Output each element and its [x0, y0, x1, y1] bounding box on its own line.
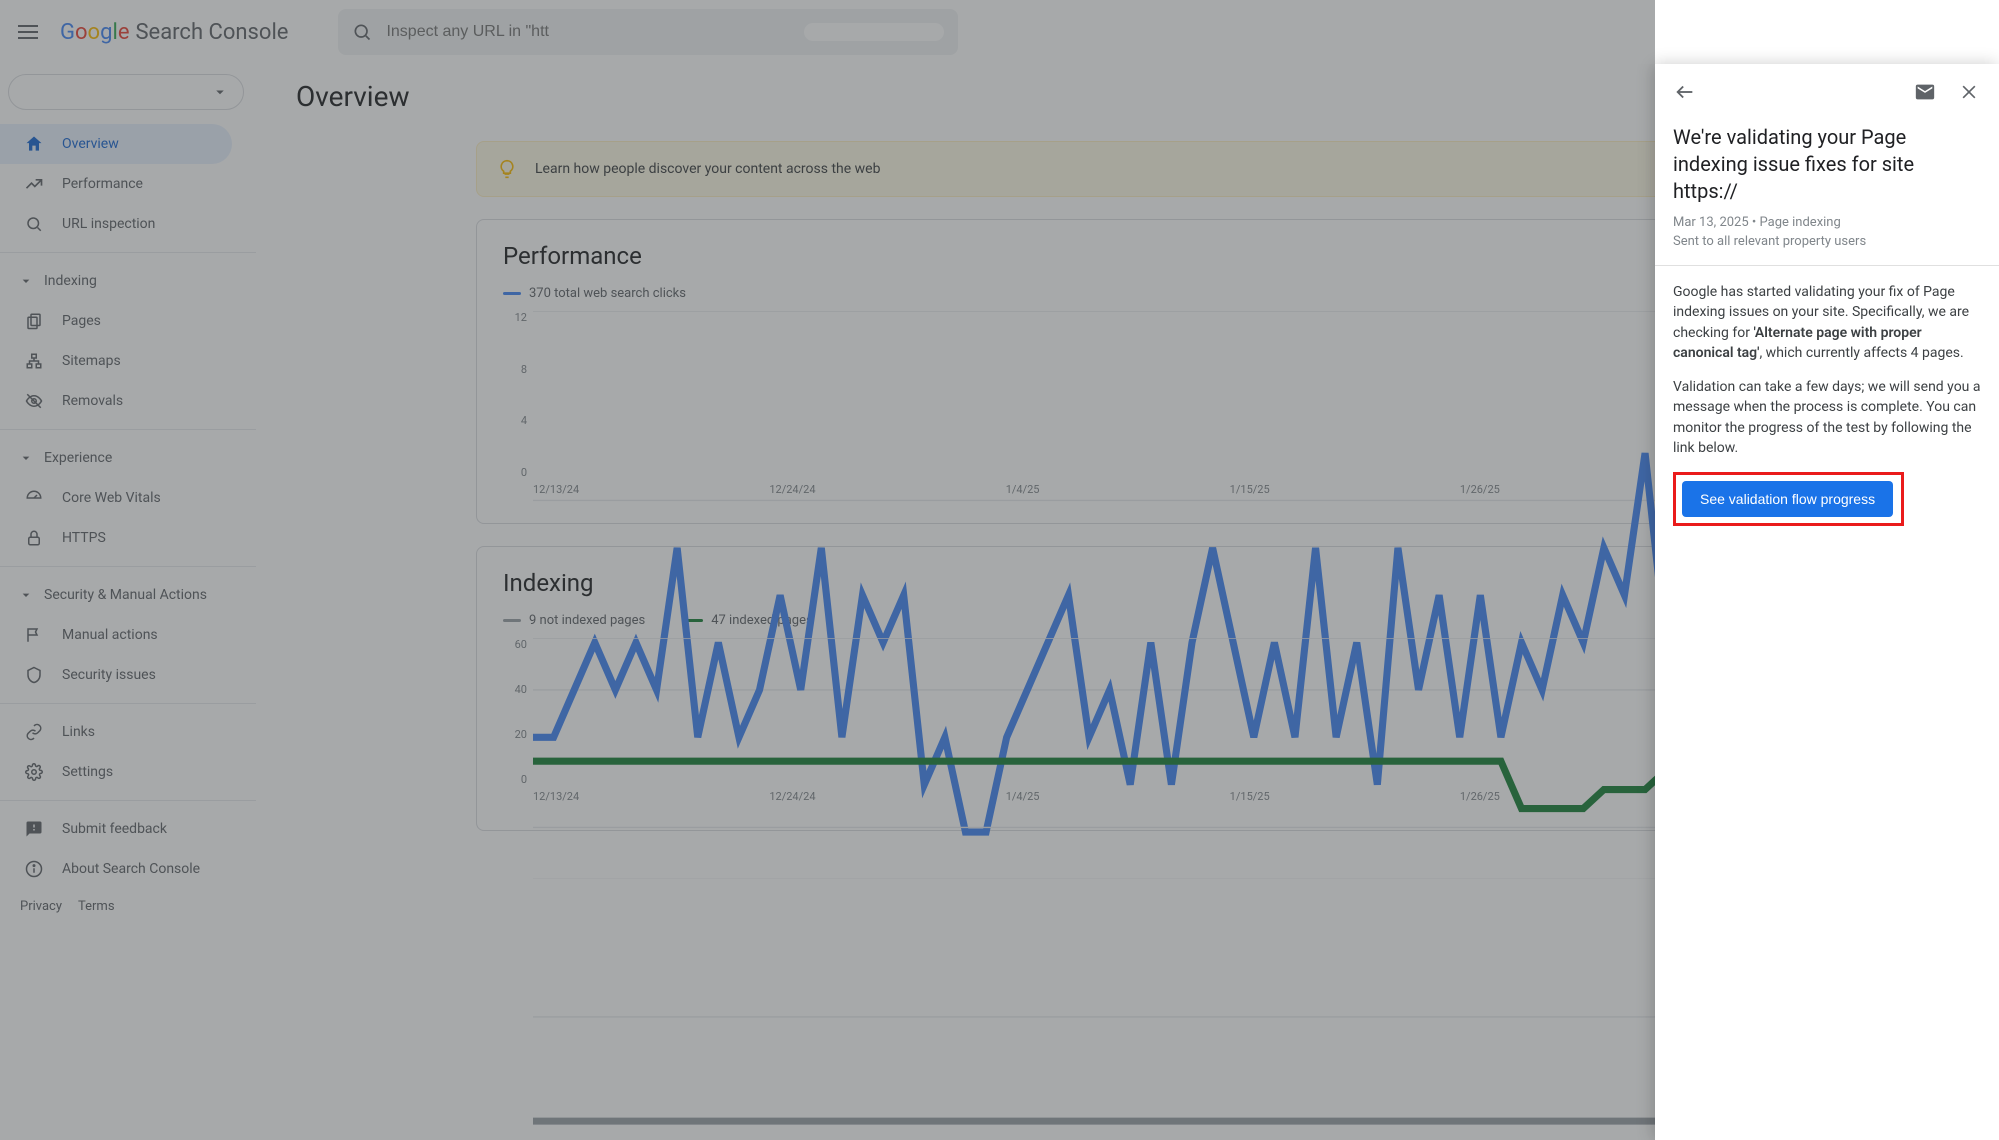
close-icon	[1959, 82, 1979, 102]
drawer-para-1: Google has started validating your fix o…	[1673, 282, 1981, 363]
drawer-meta: Mar 13, 2025 • Page indexing	[1673, 215, 1981, 230]
drawer-body: We're validating your Page indexing issu…	[1655, 120, 1999, 544]
see-validation-progress-button[interactable]: See validation flow progress	[1682, 481, 1893, 517]
close-button[interactable]	[1951, 74, 1987, 110]
drawer-sent-to: Sent to all relevant property users	[1673, 234, 1981, 249]
message-drawer: We're validating your Page indexing issu…	[1655, 64, 1999, 1140]
redacted-site	[1738, 186, 1888, 200]
back-button[interactable]	[1667, 74, 1703, 110]
cta-highlight: ➘ See validation flow progress	[1673, 472, 1904, 526]
annotation-arrow-icon: ➘	[1655, 478, 1660, 517]
drawer-header	[1655, 64, 1999, 120]
drawer-para-2: Validation can take a few days; we will …	[1673, 377, 1981, 458]
mail-button[interactable]	[1907, 74, 1943, 110]
arrow-left-icon	[1674, 81, 1696, 103]
drawer-title: We're validating your Page indexing issu…	[1673, 124, 1981, 205]
mail-icon	[1914, 81, 1936, 103]
modal-scrim-header[interactable]	[0, 0, 1655, 64]
